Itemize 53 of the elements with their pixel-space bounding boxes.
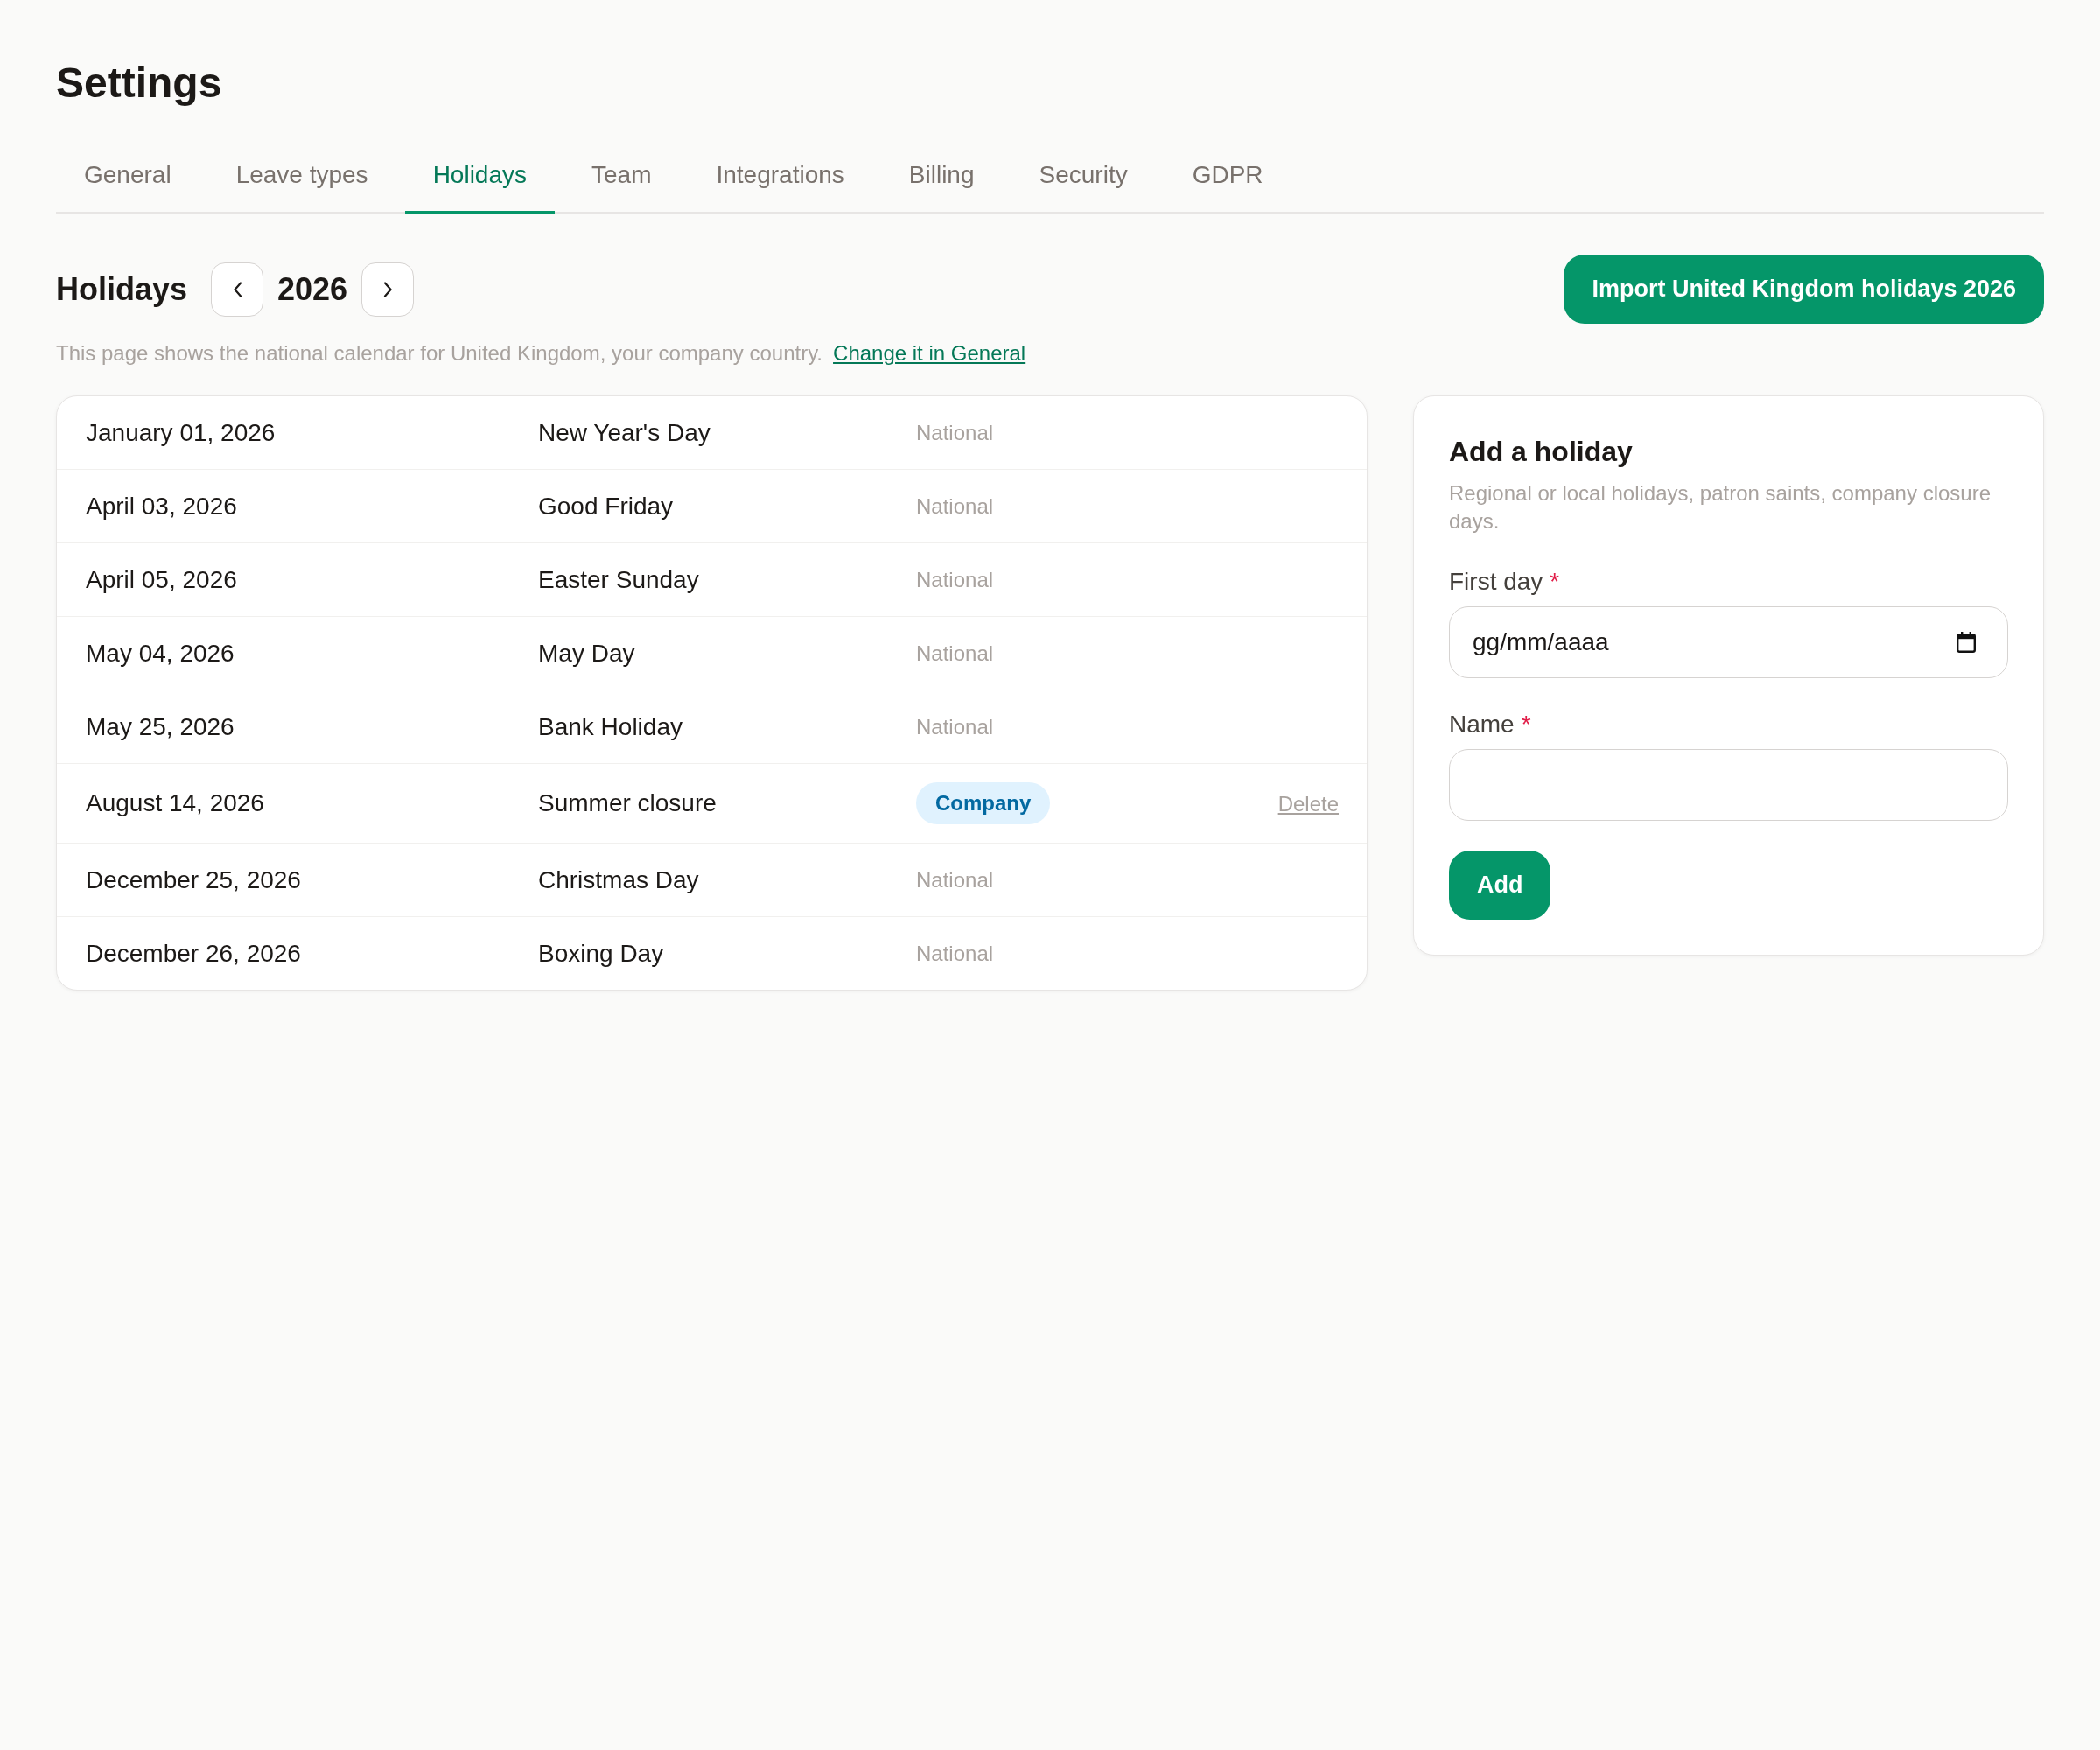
holiday-type: National xyxy=(916,942,994,965)
year-label: 2026 xyxy=(277,270,348,309)
notice-text: This page shows the national calendar for United Kingdom, your company country. xyxy=(56,341,823,365)
section-title: Holidays xyxy=(56,270,188,309)
holiday-name: Boxing Day xyxy=(538,938,665,969)
delete-link[interactable]: Delete xyxy=(1278,791,1339,816)
add-button[interactable]: Add xyxy=(1449,850,1551,920)
holiday-type: National xyxy=(916,421,994,444)
settings-tab[interactable]: Leave types xyxy=(207,146,396,214)
settings-tab[interactable]: Team xyxy=(564,146,680,214)
holiday-name: Easter Sunday xyxy=(538,564,700,595)
date-field[interactable]: gg/mm/aaaa xyxy=(1449,606,2008,678)
chevron-left-icon xyxy=(232,281,242,298)
settings-tab[interactable]: Holidays xyxy=(404,146,555,214)
holiday-date: December 25, 2026 xyxy=(86,864,302,895)
holiday-date: May 25, 2026 xyxy=(86,711,235,742)
company-badge: Company xyxy=(916,782,1051,824)
field-label: Name xyxy=(1449,710,1515,738)
holiday-name: New Year's Day xyxy=(538,417,711,448)
change-country-link[interactable]: Change it in General xyxy=(833,341,1026,365)
form-title: Add a holiday xyxy=(1449,435,1634,469)
holiday-date: January 01, 2026 xyxy=(86,417,276,448)
holiday-date: May 04, 2026 xyxy=(86,638,235,668)
previous-year-button[interactable] xyxy=(211,262,264,317)
settings-tab[interactable]: Integrations xyxy=(688,146,872,214)
field-label: First day xyxy=(1449,568,1544,595)
holiday-name: May Day xyxy=(538,638,636,668)
holiday-name: Summer closure xyxy=(538,788,718,818)
chevron-right-icon xyxy=(382,281,393,298)
settings-tab[interactable]: Security xyxy=(1011,146,1156,214)
page-title: Settings xyxy=(56,59,223,108)
calendar-icon[interactable] xyxy=(1956,632,1976,653)
holiday-name: Bank Holiday xyxy=(538,711,683,742)
holiday-date: August 14, 2026 xyxy=(86,788,265,818)
text-field[interactable] xyxy=(1449,749,2008,821)
holiday-type: National xyxy=(916,494,994,518)
holiday-type: National xyxy=(916,568,994,592)
holiday-date: April 03, 2026 xyxy=(86,491,238,522)
holiday-type: National xyxy=(916,868,994,892)
next-year-button[interactable] xyxy=(361,262,415,317)
holiday-date: April 05, 2026 xyxy=(86,564,238,595)
form-description: Regional or local holidays, patron saints, company closure days. xyxy=(1449,480,1992,535)
settings-tab[interactable]: Billing xyxy=(880,146,1003,214)
settings-tab[interactable]: GDPR xyxy=(1164,146,1292,214)
holiday-type: National xyxy=(916,641,994,665)
holiday-date: December 26, 2026 xyxy=(86,938,302,969)
required-mark: * xyxy=(1550,568,1560,595)
settings-tab[interactable]: General xyxy=(56,146,200,214)
required-mark: * xyxy=(1521,710,1531,738)
holiday-type: National xyxy=(916,715,994,738)
import-holidays-button[interactable]: Import United Kingdom holidays 2026 xyxy=(1564,255,2044,324)
holiday-name: Christmas Day xyxy=(538,864,700,895)
holiday-name: Good Friday xyxy=(538,491,675,522)
